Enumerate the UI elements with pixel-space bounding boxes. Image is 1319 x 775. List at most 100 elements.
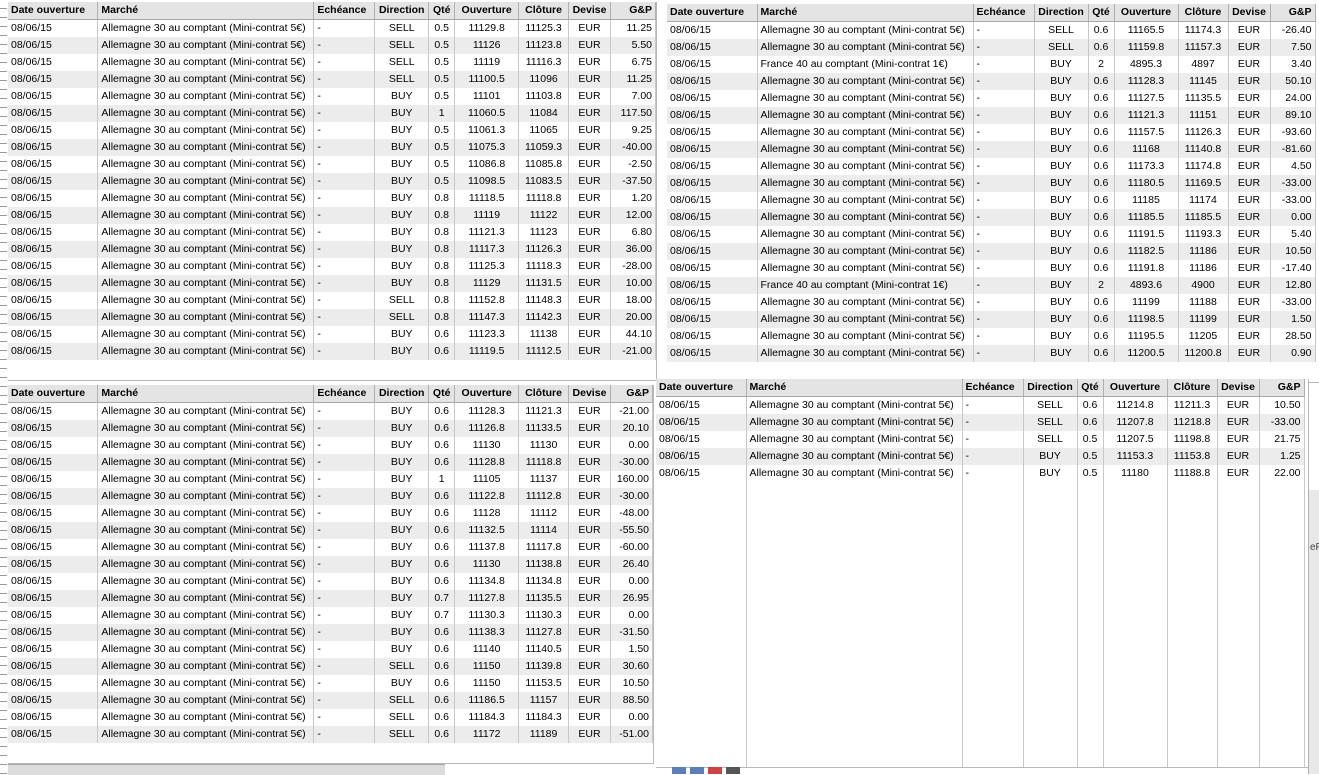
column-header-currency[interactable]: Devise	[1228, 4, 1271, 22]
table-row[interactable]: 08/06/15 Allemagne 30 au comptant (Mini-c…	[8, 402, 653, 420]
column-header-close[interactable]: Clôture	[1178, 4, 1229, 22]
column-header-market[interactable]: Marché	[746, 379, 963, 397]
table-row[interactable]: 08/06/15 Allemagne 30 au comptant (Mini-c…	[8, 190, 656, 207]
table-row[interactable]: 08/06/15 Allemagne 30 au comptant (Mini-c…	[8, 224, 656, 241]
table-row[interactable]: 08/06/15 Allemagne 30 au comptant (Mini-c…	[8, 624, 653, 641]
table-row[interactable]: 08/06/15 Allemagne 30 au comptant (Mini-c…	[8, 658, 653, 675]
table-row[interactable]: 08/06/15 Allemagne 30 au comptant (Mini-c…	[656, 465, 1305, 482]
column-header-date[interactable]: Date ouverture	[8, 2, 99, 20]
table-row[interactable]: 08/06/15 Allemagne 30 au comptant (Mini-c…	[656, 396, 1305, 414]
horizontal-scrollbar[interactable]	[8, 764, 445, 775]
table-row[interactable]: 08/06/15 Allemagne 30 au comptant (Mini-c…	[8, 675, 653, 692]
table-row[interactable]: 08/06/15 Allemagne 30 au comptant (Mini-c…	[8, 607, 653, 624]
table-row[interactable]: 08/06/15 Allemagne 30 au comptant (Mini-c…	[8, 709, 653, 726]
table-row[interactable]: 08/06/15 Allemagne 30 au comptant (Mini-c…	[8, 326, 656, 343]
table-row[interactable]: 08/06/15 Allemagne 30 au comptant (Mini-c…	[8, 292, 656, 309]
column-header-pnl[interactable]: G&P	[1259, 379, 1305, 397]
table-row[interactable]: 08/06/15 Allemagne 30 au comptant (Mini-c…	[8, 641, 653, 658]
table-row[interactable]: 08/06/15 Allemagne 30 au comptant (Mini-c…	[8, 692, 653, 709]
column-header-expiry[interactable]: Echéance	[962, 379, 1024, 397]
table-row[interactable]: 08/06/15 Allemagne 30 au comptant (Mini-c…	[8, 343, 656, 360]
table-row[interactable]: 08/06/15 Allemagne 30 au comptant (Mini-c…	[667, 39, 1316, 56]
table-row[interactable]: 08/06/15 Allemagne 30 au comptant (Mini-c…	[667, 21, 1316, 39]
column-header-qty[interactable]: Qté	[428, 385, 456, 403]
table-row[interactable]: 08/06/15 Allemagne 30 au comptant (Mini-c…	[656, 431, 1305, 448]
column-header-date[interactable]: Date ouverture	[8, 385, 99, 403]
column-header-market[interactable]: Marché	[97, 385, 315, 403]
table-row[interactable]: 08/06/15 Allemagne 30 au comptant (Mini-c…	[667, 243, 1316, 260]
table-row[interactable]: 08/06/15 France 40 au comptant (Mini-cont…	[667, 56, 1316, 73]
table-row[interactable]: 08/06/15 Allemagne 30 au comptant (Mini-c…	[667, 124, 1316, 141]
table-row[interactable]: 08/06/15 France 40 au comptant (Mini-cont…	[667, 277, 1316, 294]
table-row[interactable]: 08/06/15 Allemagne 30 au comptant (Mini-c…	[8, 505, 653, 522]
table-row[interactable]: 08/06/15 Allemagne 30 au comptant (Mini-c…	[667, 345, 1316, 362]
taskbar-icon[interactable]	[690, 767, 704, 774]
column-header-pnl[interactable]: G&P	[1270, 4, 1316, 22]
column-header-market[interactable]: Marché	[97, 2, 315, 20]
table-row[interactable]: 08/06/15 Allemagne 30 au comptant (Mini-c…	[8, 275, 656, 292]
column-header-close[interactable]: Clôture	[518, 385, 569, 403]
table-row[interactable]: 08/06/15 Allemagne 30 au comptant (Mini-c…	[667, 158, 1316, 175]
table-row[interactable]: 08/06/15 Allemagne 30 au comptant (Mini-c…	[8, 539, 653, 556]
table-row[interactable]: 08/06/15 Allemagne 30 au comptant (Mini-c…	[8, 105, 656, 122]
table-row[interactable]: 08/06/15 Allemagne 30 au comptant (Mini-c…	[8, 437, 653, 454]
table-row[interactable]: 08/06/15 Allemagne 30 au comptant (Mini-c…	[8, 488, 653, 505]
table-row[interactable]: 08/06/15 Allemagne 30 au comptant (Mini-c…	[8, 471, 653, 488]
column-header-open[interactable]: Ouverture	[1103, 379, 1168, 397]
table-row[interactable]: 08/06/15 Allemagne 30 au comptant (Mini-c…	[8, 54, 656, 71]
table-row[interactable]: 08/06/15 Allemagne 30 au comptant (Mini-c…	[8, 590, 653, 607]
table-row[interactable]: 08/06/15 Allemagne 30 au comptant (Mini-c…	[656, 414, 1305, 431]
table-row[interactable]: 08/06/15 Allemagne 30 au comptant (Mini-c…	[8, 173, 656, 190]
taskbar-icon[interactable]	[672, 767, 686, 774]
table-row[interactable]: 08/06/15 Allemagne 30 au comptant (Mini-c…	[667, 328, 1316, 345]
table-row[interactable]: 08/06/15 Allemagne 30 au comptant (Mini-c…	[8, 37, 656, 54]
column-header-pnl[interactable]: G&P	[610, 2, 656, 20]
table-row[interactable]: 08/06/15 Allemagne 30 au comptant (Mini-c…	[8, 522, 653, 539]
table-row[interactable]: 08/06/15 Allemagne 30 au comptant (Mini-c…	[667, 107, 1316, 124]
column-header-expiry[interactable]: Echéance	[313, 385, 376, 403]
table-row[interactable]: 08/06/15 Allemagne 30 au comptant (Mini-c…	[8, 156, 656, 173]
column-header-open[interactable]: Ouverture	[1114, 4, 1179, 22]
table-row[interactable]: 08/06/15 Allemagne 30 au comptant (Mini-c…	[8, 420, 653, 437]
table-row[interactable]: 08/06/15 Allemagne 30 au comptant (Mini-c…	[667, 311, 1316, 328]
table-row[interactable]: 08/06/15 Allemagne 30 au comptant (Mini-c…	[8, 556, 653, 573]
column-header-direction[interactable]: Direction	[374, 385, 430, 403]
column-header-currency[interactable]: Devise	[1217, 379, 1260, 397]
table-row[interactable]: 08/06/15 Allemagne 30 au comptant (Mini-c…	[8, 309, 656, 326]
column-header-qty[interactable]: Qté	[1077, 379, 1104, 397]
column-header-market[interactable]: Marché	[757, 4, 974, 22]
table-row[interactable]: 08/06/15 Allemagne 30 au comptant (Mini-c…	[667, 90, 1316, 107]
column-header-direction[interactable]: Direction	[1034, 4, 1089, 22]
column-header-direction[interactable]: Direction	[374, 2, 430, 20]
column-header-close[interactable]: Clôture	[1167, 379, 1218, 397]
column-header-close[interactable]: Clôture	[518, 2, 570, 20]
table-row[interactable]: 08/06/15 Allemagne 30 au comptant (Mini-c…	[8, 241, 656, 258]
taskbar-icon[interactable]	[726, 767, 740, 774]
table-row[interactable]: 08/06/15 Allemagne 30 au comptant (Mini-c…	[667, 294, 1316, 311]
column-header-date[interactable]: Date ouverture	[667, 4, 758, 22]
table-row[interactable]: 08/06/15 Allemagne 30 au comptant (Mini-c…	[667, 209, 1316, 226]
column-header-direction[interactable]: Direction	[1023, 379, 1078, 397]
table-row[interactable]: 08/06/15 Allemagne 30 au comptant (Mini-c…	[667, 73, 1316, 90]
table-row[interactable]: 08/06/15 Allemagne 30 au comptant (Mini-c…	[667, 175, 1316, 192]
table-row[interactable]: 08/06/15 Allemagne 30 au comptant (Mini-c…	[656, 448, 1305, 465]
table-row[interactable]: 08/06/15 Allemagne 30 au comptant (Mini-c…	[8, 71, 656, 88]
taskbar-icon[interactable]	[708, 767, 722, 774]
table-row[interactable]: 08/06/15 Allemagne 30 au comptant (Mini-c…	[667, 141, 1316, 158]
column-header-pnl[interactable]: G&P	[610, 385, 653, 403]
column-header-expiry[interactable]: Echéance	[973, 4, 1035, 22]
table-row[interactable]: 08/06/15 Allemagne 30 au comptant (Mini-c…	[8, 139, 656, 156]
column-header-qty[interactable]: Qté	[1088, 4, 1115, 22]
table-row[interactable]: 08/06/15 Allemagne 30 au comptant (Mini-c…	[8, 726, 653, 743]
table-row[interactable]: 08/06/15 Allemagne 30 au comptant (Mini-c…	[667, 260, 1316, 277]
column-header-date[interactable]: Date ouverture	[656, 379, 747, 397]
table-row[interactable]: 08/06/15 Allemagne 30 au comptant (Mini-c…	[8, 207, 656, 224]
table-row[interactable]: 08/06/15 Allemagne 30 au comptant (Mini-c…	[8, 258, 656, 275]
column-header-open[interactable]: Ouverture	[454, 385, 520, 403]
table-row[interactable]: 08/06/15 Allemagne 30 au comptant (Mini-c…	[8, 573, 653, 590]
table-row[interactable]: 08/06/15 Allemagne 30 au comptant (Mini-c…	[667, 192, 1316, 209]
column-header-open[interactable]: Ouverture	[454, 2, 520, 20]
column-header-currency[interactable]: Devise	[568, 2, 611, 20]
table-row[interactable]: 08/06/15 Allemagne 30 au comptant (Mini-c…	[667, 226, 1316, 243]
table-row[interactable]: 08/06/15 Allemagne 30 au comptant (Mini-c…	[8, 88, 656, 105]
